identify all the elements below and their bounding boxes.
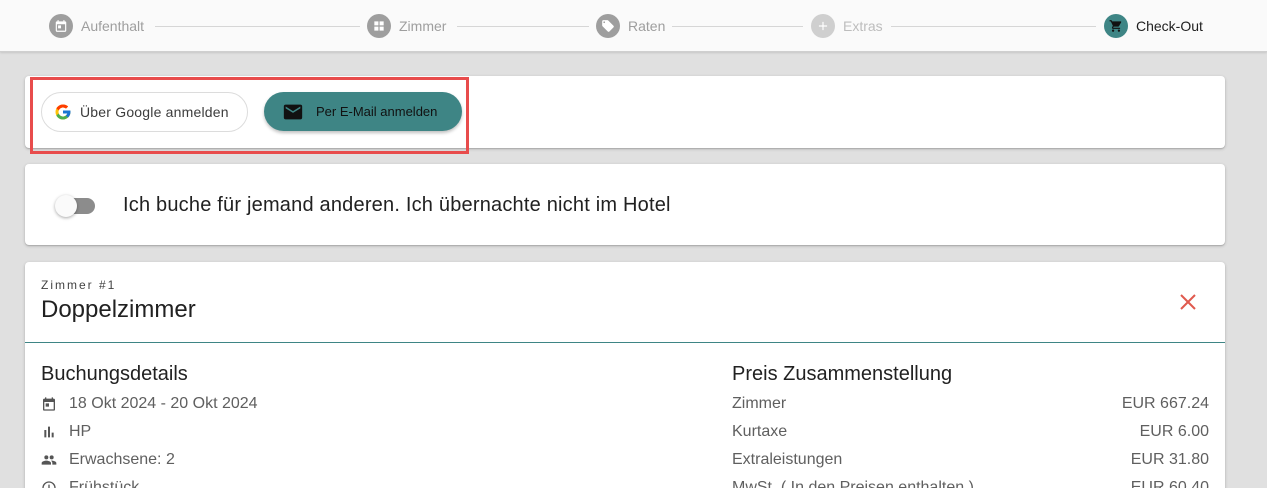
detail-board: HP [41, 421, 91, 443]
room-number-label: Zimmer #1 [41, 278, 117, 292]
price-label: MwSt. ( In den Preisen enthalten ) [732, 479, 974, 488]
detail-text: Erwachsene: 2 [69, 451, 175, 468]
step-raten[interactable]: Raten [596, 14, 665, 38]
step-zimmer[interactable]: Zimmer [367, 14, 446, 38]
google-login-button[interactable]: Über Google anmelden [41, 92, 248, 132]
step-label: Extras [843, 18, 883, 34]
detail-text: Frühstück [69, 479, 140, 488]
detail-dates: 18 Okt 2024 - 20 Okt 2024 [41, 393, 258, 415]
google-login-label: Über Google anmelden [80, 104, 229, 120]
checkout-stepper: Aufenthalt Zimmer Raten Extras Check-Out [0, 0, 1267, 52]
toggle-thumb [55, 195, 77, 217]
mail-icon [283, 104, 303, 119]
email-login-label: Per E-Mail anmelden [316, 104, 438, 119]
price-label: Kurtaxe [732, 423, 788, 440]
stepper-connector [891, 26, 1096, 27]
stepper-connector [672, 26, 803, 27]
price-label: Zimmer [732, 395, 787, 412]
room-divider [25, 342, 1225, 343]
price-value: EUR 6.00 [1139, 423, 1209, 440]
detail-guests: Erwachsene: 2 [41, 449, 175, 471]
price-row: Kurtaxe EUR 6.00 [732, 421, 1209, 443]
step-aufenthalt[interactable]: Aufenthalt [49, 14, 144, 38]
price-value: EUR 667.24 [1121, 395, 1209, 412]
step-label: Zimmer [399, 18, 447, 34]
bar-chart-icon [44, 426, 54, 438]
detail-meal: Frühstück [41, 477, 139, 488]
remove-room-button[interactable] [1178, 292, 1198, 312]
step-label: Raten [628, 18, 666, 34]
price-summary-title: Preis Zusammenstellung [732, 363, 953, 385]
email-login-button[interactable]: Per E-Mail anmelden [264, 92, 462, 131]
price-row: Zimmer EUR 667.24 [732, 393, 1209, 415]
plus-icon [811, 14, 835, 38]
cart-icon [1104, 14, 1128, 38]
price-value: EUR 60.40 [1130, 479, 1209, 488]
people-icon [41, 455, 57, 465]
tag-icon [596, 14, 620, 38]
booking-for-other-toggle[interactable] [55, 195, 97, 217]
room-title: Doppelzimmer [41, 296, 196, 323]
price-label: Extraleistungen [732, 451, 843, 468]
stepper-connector [155, 26, 360, 27]
step-label: Aufenthalt [81, 18, 145, 34]
step-label: Check-Out [1136, 18, 1203, 34]
detail-text: 18 Okt 2024 - 20 Okt 2024 [69, 395, 258, 412]
step-extras[interactable]: Extras [811, 14, 883, 38]
booking-for-other-label: Ich buche für jemand anderen. Ich überna… [123, 194, 671, 216]
calendar-icon [49, 14, 73, 38]
step-check-out[interactable]: Check-Out [1104, 14, 1203, 38]
close-icon [1180, 294, 1196, 310]
restaurant-icon [42, 481, 56, 488]
detail-text: HP [69, 423, 92, 440]
price-value: EUR 31.80 [1130, 451, 1209, 468]
calendar-icon [43, 397, 55, 411]
booking-details-title: Buchungsdetails [41, 363, 188, 385]
google-icon [55, 104, 71, 120]
stepper-connector [457, 26, 589, 27]
price-row: MwSt. ( In den Preisen enthalten ) EUR 6… [732, 477, 1209, 488]
price-row: Extraleistungen EUR 31.80 [732, 449, 1209, 471]
grid-icon [367, 14, 391, 38]
